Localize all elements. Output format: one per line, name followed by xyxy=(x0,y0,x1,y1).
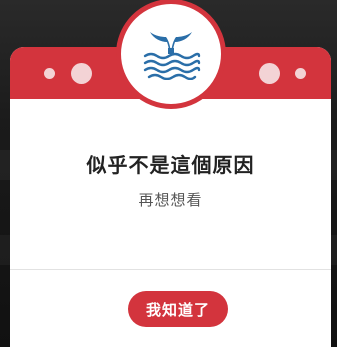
dialog-subtitle: 再想想看 xyxy=(138,191,203,209)
whale-tail-icon xyxy=(143,32,201,80)
header-dot-icon xyxy=(71,63,92,84)
header-dot-icon xyxy=(259,63,280,84)
header-dot-icon xyxy=(44,68,55,79)
dialog-title: 似乎不是這個原因 xyxy=(86,153,255,177)
confirm-button[interactable]: 我知道了 xyxy=(128,291,228,327)
result-dialog: 似乎不是這個原因 再想想看 我知道了 xyxy=(10,0,331,347)
divider xyxy=(10,269,331,270)
header-dot-icon xyxy=(295,68,306,79)
emblem-badge xyxy=(116,0,226,109)
